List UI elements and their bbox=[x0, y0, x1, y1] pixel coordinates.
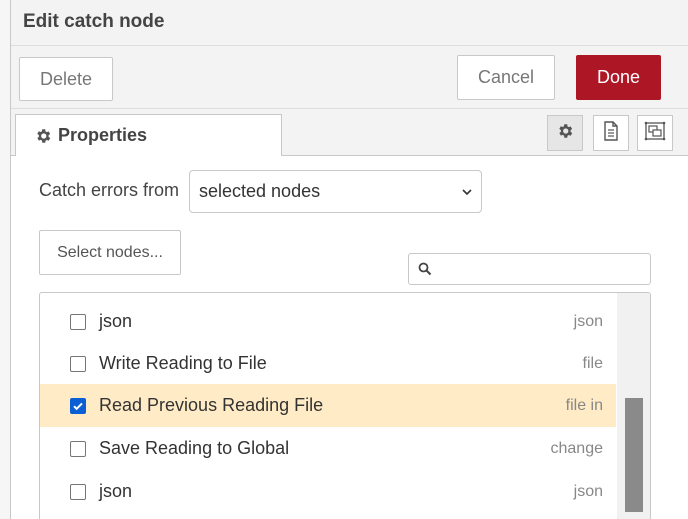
list-item[interactable]: json json bbox=[40, 470, 616, 513]
tray-toolbar: Delete Cancel Done bbox=[11, 46, 688, 109]
settings-gear-icon bbox=[556, 122, 574, 145]
node-type: file bbox=[582, 354, 603, 372]
edit-tray: Edit catch node Delete Cancel Done Prope… bbox=[10, 0, 688, 519]
node-label: Save Reading to Global bbox=[99, 438, 290, 458]
node-checkbox[interactable] bbox=[70, 440, 86, 457]
workspace-edge bbox=[0, 0, 10, 519]
node-checkbox[interactable] bbox=[70, 483, 86, 500]
node-search-input[interactable] bbox=[408, 253, 651, 285]
cancel-button[interactable]: Cancel bbox=[457, 55, 555, 100]
list-item[interactable]: json json bbox=[40, 300, 616, 343]
search-icon bbox=[418, 262, 432, 276]
gear-icon bbox=[34, 127, 52, 145]
list-item[interactable]: Save Reading to Global change bbox=[40, 427, 616, 470]
delete-button[interactable]: Delete bbox=[19, 57, 113, 101]
settings-tab-button[interactable] bbox=[547, 115, 583, 151]
chevron-down-icon bbox=[461, 185, 473, 197]
select-nodes-button[interactable]: Select nodes... bbox=[39, 230, 181, 275]
node-label: Read Previous Reading File bbox=[99, 395, 324, 415]
node-list: json json Write Reading to File file Rea… bbox=[39, 292, 651, 519]
description-document-icon bbox=[602, 120, 620, 146]
list-item[interactable]: Write Reading to File file bbox=[40, 342, 616, 385]
appearance-frame-icon bbox=[644, 121, 666, 146]
catch-scope-value: selected nodes bbox=[199, 181, 321, 201]
tabs-bar: Properties bbox=[11, 109, 688, 156]
node-label: json bbox=[99, 481, 133, 501]
node-checkbox[interactable] bbox=[70, 355, 86, 372]
node-label: json bbox=[99, 311, 133, 331]
tab-properties-label: Properties bbox=[58, 125, 148, 145]
node-type: json bbox=[573, 312, 603, 330]
node-type: file in bbox=[565, 396, 603, 414]
node-type: json bbox=[573, 482, 603, 500]
node-label: Write Reading to File bbox=[99, 353, 267, 373]
done-button[interactable]: Done bbox=[576, 55, 661, 100]
scrollbar-thumb[interactable] bbox=[625, 398, 643, 512]
list-item-selected[interactable]: Read Previous Reading File file in bbox=[40, 384, 616, 427]
page-title: Edit catch node bbox=[23, 11, 165, 32]
node-type: change bbox=[550, 439, 604, 457]
scrollbar-track[interactable] bbox=[617, 293, 650, 519]
catch-scope-select[interactable]: selected nodes bbox=[189, 170, 482, 213]
check-icon bbox=[73, 402, 83, 410]
tab-properties[interactable]: Properties bbox=[15, 114, 282, 156]
appearance-tab-button[interactable] bbox=[637, 115, 673, 151]
description-tab-button[interactable] bbox=[593, 115, 629, 151]
node-checkbox[interactable] bbox=[70, 313, 86, 330]
tray-header: Edit catch node bbox=[11, 0, 688, 46]
catch-errors-label: Catch errors from bbox=[39, 180, 180, 200]
node-checkbox-checked[interactable] bbox=[70, 397, 86, 414]
